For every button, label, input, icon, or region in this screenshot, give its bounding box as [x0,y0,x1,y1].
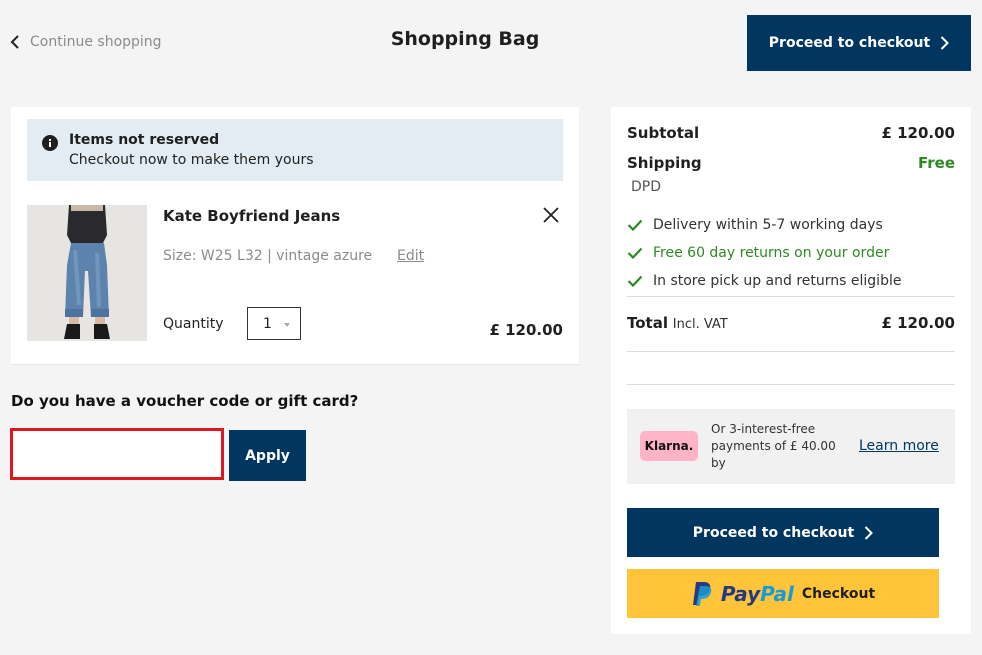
paypal-checkout-label: Checkout [801,585,876,602]
check-icon [627,247,643,259]
cart-panel: Items not reserved Checkout now to make … [11,107,579,365]
quantity-value: 1 [263,316,272,332]
product-name[interactable]: Kate Boyfriend Jeans [163,207,340,225]
subtotal-row: Subtotal £ 120.00 [627,124,955,142]
voucher-heading: Do you have a voucher code or gift card? [11,392,359,410]
item-price: £ 120.00 [489,321,563,339]
remove-item-button[interactable] [541,205,561,225]
divider [627,351,955,352]
continue-shopping-link[interactable]: Continue shopping [10,30,162,54]
notice-title: Items not reserved [69,132,220,148]
chevron-down-icon [284,323,290,327]
reservation-notice: Items not reserved Checkout now to make … [27,119,563,181]
paypal-word-pal: Pal [760,581,794,606]
product-size-color: Size: W25 L32 | vintage azure [163,248,373,264]
voucher-code-input[interactable] [10,428,224,480]
shipping-label: Shipping [627,154,702,172]
order-summary-panel: Subtotal £ 120.00 Shipping Free DPD Deli… [611,107,971,634]
paypal-checkout-button[interactable]: PayPal Checkout [627,569,939,618]
notice-subtitle: Checkout now to make them yours [69,152,314,168]
chevron-right-icon [865,525,874,540]
checkout-label: Proceed to checkout [768,35,931,51]
quantity-select[interactable]: 1 [247,307,301,340]
edit-item-link[interactable]: Edit [397,248,424,264]
subtotal-value: £ 120.00 [881,124,955,142]
check-icon [627,275,643,287]
total-label: Total [627,314,668,332]
klarna-logo: Klarna. [640,431,698,461]
shipping-value: Free [917,154,955,172]
total-incl-vat: Incl. VAT [672,317,728,332]
benefit-text: Free 60 day returns on your order [653,245,890,261]
total-label-group: Total Incl. VAT [627,314,728,332]
total-value: £ 120.00 [881,314,955,332]
continue-shopping-label: Continue shopping [30,34,162,50]
apply-voucher-button[interactable]: Apply [229,430,306,481]
benefit-item: In store pick up and returns eligible [627,273,901,289]
benefit-item: Delivery within 5-7 working days [627,217,883,233]
chevron-right-icon [941,36,950,50]
top-proceed-to-checkout-button[interactable]: Proceed to checkout [747,15,971,71]
summary-proceed-to-checkout-button[interactable]: Proceed to checkout [627,508,939,557]
klarna-banner: Klarna. Or 3-interest-free payments of £… [627,409,955,484]
benefit-text: In store pick up and returns eligible [653,273,902,289]
paypal-logo-icon [692,581,712,606]
checkout-label: Proceed to checkout [692,524,855,541]
divider [627,296,955,297]
quantity-label: Quantity [163,316,224,332]
klarna-learn-more-link[interactable]: Learn more [859,438,939,454]
check-icon [627,219,643,231]
page-title: Shopping Bag [390,28,540,50]
close-icon [543,207,559,223]
apply-label: Apply [245,447,290,464]
chevron-left-icon [10,35,19,49]
total-row: Total Incl. VAT £ 120.00 [627,314,955,332]
benefit-item: Free 60 day returns on your order [627,245,889,261]
subtotal-label: Subtotal [627,124,700,142]
shipping-carrier: DPD [631,179,662,195]
shipping-row: Shipping Free [627,154,955,172]
info-icon [42,135,58,151]
benefit-text: Delivery within 5-7 working days [653,217,883,233]
paypal-word-pay: Pay [720,581,761,606]
product-image[interactable] [27,205,147,341]
klarna-installment-text: Or 3-interest-free payments of £ 40.00 b… [711,422,836,470]
divider [627,384,955,385]
paypal-wordmark: PayPal [721,582,794,606]
